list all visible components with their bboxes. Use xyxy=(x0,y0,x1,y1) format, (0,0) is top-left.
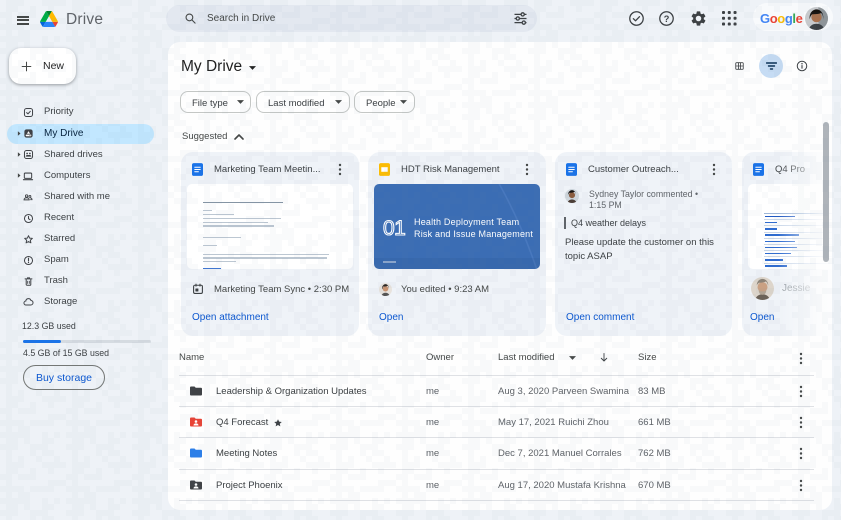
svg-text:01: 01 xyxy=(383,217,405,240)
svg-text:?: ? xyxy=(664,14,670,24)
